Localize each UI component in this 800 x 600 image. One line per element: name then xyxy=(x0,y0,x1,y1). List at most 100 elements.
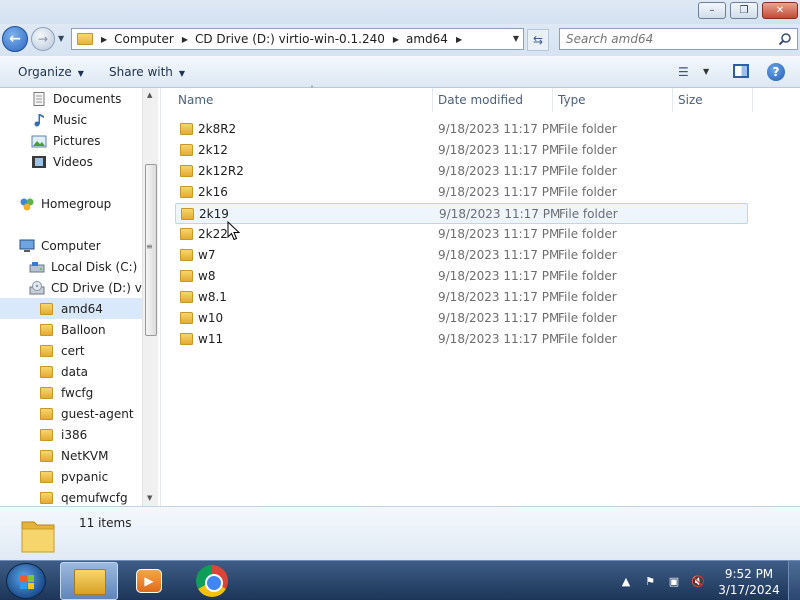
file-list-pane: Name ˄ Date modified Type Size 2k8R2 9/1… xyxy=(160,85,800,506)
volume-muted-icon[interactable]: 🔇 xyxy=(689,572,707,590)
minimize-button[interactable]: – xyxy=(698,2,726,19)
column-header-size[interactable]: Size xyxy=(673,88,753,112)
folder-icon xyxy=(40,344,53,357)
organize-button[interactable]: Organize ▼ xyxy=(18,65,84,79)
breadcrumb-computer[interactable]: Computer xyxy=(114,32,174,46)
change-view-icon[interactable]: ☰ xyxy=(678,65,689,79)
file-date-modified: 9/18/2023 11:17 PM xyxy=(438,332,560,346)
table-row[interactable]: 2k12R2 9/18/2023 11:17 PM File folder xyxy=(175,161,748,182)
nav-item-balloon[interactable]: Balloon xyxy=(40,319,106,340)
folder-icon xyxy=(180,186,193,198)
close-button[interactable]: ✕ xyxy=(762,2,798,19)
computer-icon xyxy=(19,239,35,252)
nav-item-cd-drive[interactable]: CD Drive (D:) virt xyxy=(29,277,155,298)
table-row[interactable]: w8.1 9/18/2023 11:17 PM File folder xyxy=(175,287,748,308)
preview-pane-icon[interactable] xyxy=(733,64,749,78)
documents-icon xyxy=(33,91,45,106)
scroll-down-arrow-icon[interactable]: ▼ xyxy=(147,494,152,502)
nav-item-qemufwcfg[interactable]: qemufwcfg xyxy=(40,487,128,506)
recent-pages-dropdown[interactable]: ▼ xyxy=(58,34,64,43)
back-button[interactable]: ← xyxy=(2,26,28,52)
nav-scrollbar[interactable]: ▲ ≡ ▼ xyxy=(142,88,158,506)
file-name: w8 xyxy=(198,269,216,283)
folder-icon xyxy=(40,449,53,462)
breadcrumb-separator-icon[interactable]: ▶ xyxy=(101,35,107,44)
folder-icon xyxy=(180,333,193,345)
file-name: 2k12 xyxy=(198,143,228,157)
view-options-dropdown-icon[interactable]: ▼ xyxy=(703,67,709,76)
nav-item-data[interactable]: data xyxy=(40,361,88,382)
nav-item-fwcfg[interactable]: fwcfg xyxy=(40,382,93,403)
forward-button[interactable]: → xyxy=(31,27,55,51)
nav-item-homegroup[interactable]: Homegroup xyxy=(19,193,111,214)
folder-icon xyxy=(180,249,193,261)
clock[interactable]: 9:52 PM 3/17/2024 xyxy=(715,566,783,598)
nav-item-pictures[interactable]: Pictures xyxy=(31,130,101,151)
column-header-label: Name xyxy=(178,93,214,107)
file-type: File folder xyxy=(558,143,617,157)
address-history-dropdown-icon[interactable]: ▼ xyxy=(513,34,519,43)
table-row[interactable]: w11 9/18/2023 11:17 PM File folder xyxy=(175,329,748,350)
file-name: w11 xyxy=(198,332,224,346)
maximize-button[interactable]: ❐ xyxy=(730,2,758,19)
folder-icon xyxy=(40,323,53,336)
search-box[interactable] xyxy=(559,28,798,50)
table-row[interactable]: 2k22 9/18/2023 11:17 PM File folder xyxy=(175,224,748,245)
scroll-up-arrow-icon[interactable]: ▲ xyxy=(147,91,152,99)
nav-item-amd64[interactable]: amd64 xyxy=(0,298,142,319)
address-bar[interactable]: ▶ Computer ▶ CD Drive (D:) virtio-win-0.… xyxy=(71,28,524,50)
nav-item-local-disk[interactable]: Local Disk (C:) xyxy=(29,256,137,277)
file-name: 2k16 xyxy=(198,185,228,199)
table-row[interactable]: 2k8R2 9/18/2023 11:17 PM File folder xyxy=(175,119,748,140)
taskbar-media-player-button[interactable]: ▶ xyxy=(120,562,178,600)
column-header-date-modified[interactable]: Date modified xyxy=(433,88,553,112)
details-pane: 11 items xyxy=(0,506,800,560)
help-icon[interactable]: ? xyxy=(767,63,785,81)
table-row[interactable]: w10 9/18/2023 11:17 PM File folder xyxy=(175,308,748,329)
nav-item-guest-agent[interactable]: guest-agent xyxy=(40,403,134,424)
nav-item-label: Balloon xyxy=(61,322,106,337)
nav-item-computer[interactable]: Computer xyxy=(19,235,101,256)
scroll-grip-icon: ≡ xyxy=(146,242,153,251)
taskbar-chrome-button[interactable] xyxy=(183,562,241,600)
refresh-button[interactable]: ⇆ xyxy=(527,29,549,51)
search-input[interactable] xyxy=(566,32,766,46)
command-bar: Organize ▼ Share with ▼ ☰ ▼ ? xyxy=(0,56,800,88)
action-center-flag-icon[interactable]: ⚑ xyxy=(641,572,659,590)
folder-icon xyxy=(77,33,93,45)
column-header-name[interactable]: Name ˄ xyxy=(173,85,433,112)
share-with-button[interactable]: Share with ▼ xyxy=(109,65,185,79)
search-icon[interactable] xyxy=(778,32,792,46)
breadcrumb-separator-icon[interactable]: ▶ xyxy=(456,35,462,44)
local-disk-icon xyxy=(29,261,45,272)
table-row[interactable]: 2k19 9/18/2023 11:17 PM File folder xyxy=(175,203,748,224)
nav-item-label: Documents xyxy=(53,91,122,106)
network-icon[interactable]: ▣ xyxy=(665,572,683,590)
start-button[interactable] xyxy=(6,563,46,599)
nav-item-pvpanic[interactable]: pvpanic xyxy=(40,466,108,487)
nav-item-music[interactable]: Music xyxy=(31,109,87,130)
table-row[interactable]: w8 9/18/2023 11:17 PM File folder xyxy=(175,266,748,287)
breadcrumb-separator-icon[interactable]: ▶ xyxy=(182,35,188,44)
show-desktop-button[interactable] xyxy=(788,561,800,600)
breadcrumb-amd64[interactable]: amd64 xyxy=(406,32,448,46)
taskbar-explorer-button[interactable] xyxy=(60,562,118,600)
nav-item-i386[interactable]: i386 xyxy=(40,424,87,445)
breadcrumb-separator-icon[interactable]: ▶ xyxy=(393,35,399,44)
nav-item-videos[interactable]: Videos xyxy=(31,151,93,172)
clock-time: 9:52 PM xyxy=(724,567,774,581)
breadcrumb-cd-drive[interactable]: CD Drive (D:) virtio-win-0.1.240 xyxy=(195,32,385,46)
folder-icon xyxy=(21,521,55,553)
column-header-type[interactable]: Type xyxy=(553,88,673,112)
close-icon: ✕ xyxy=(775,5,785,16)
nav-item-cert[interactable]: cert xyxy=(40,340,85,361)
file-type: File folder xyxy=(558,164,617,178)
nav-item-label: Videos xyxy=(53,154,93,169)
nav-item-netkvm[interactable]: NetKVM xyxy=(40,445,109,466)
nav-item-documents[interactable]: Documents xyxy=(31,88,121,109)
table-row[interactable]: w7 9/18/2023 11:17 PM File folder xyxy=(175,245,748,266)
folder-icon xyxy=(180,123,193,135)
table-row[interactable]: 2k12 9/18/2023 11:17 PM File folder xyxy=(175,140,748,161)
show-hidden-icons-icon[interactable]: ▲ xyxy=(617,572,635,590)
table-row[interactable]: 2k16 9/18/2023 11:17 PM File folder xyxy=(175,182,748,203)
